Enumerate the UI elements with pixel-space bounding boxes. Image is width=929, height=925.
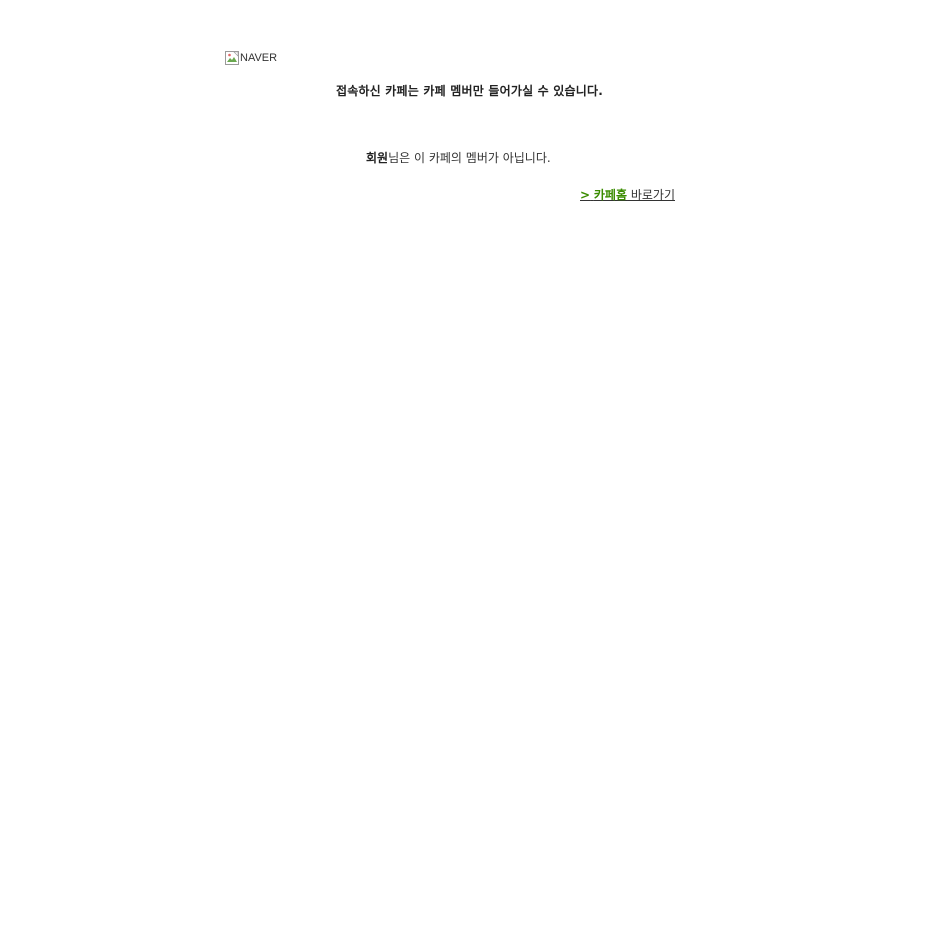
naver-logo[interactable]: NAVER [225, 50, 277, 66]
cafe-home-link[interactable]: > 카페홈 바로가기 [580, 186, 675, 204]
not-member-text: 님은 이 카페의 멤버가 아닙니다. [388, 151, 551, 165]
broken-image-icon [225, 51, 239, 65]
cafe-home-label: 카페홈 [593, 188, 628, 202]
headline-text: 접속하신 카페는 카페 멤버만 들어가실 수 있습니다. [335, 84, 604, 98]
member-name: 회원 [366, 151, 389, 165]
page: NAVER 접속하신 카페는 카페 멤버만 들어가실 수 있습니다. 회원님은 … [0, 0, 929, 925]
logo-alt-text: NAVER [240, 52, 278, 64]
goto-label: 바로가기 [627, 188, 675, 202]
not-member-message: 회원님은 이 카페의 멤버가 아닙니다. [366, 149, 551, 167]
chevron-right-icon: > [580, 188, 591, 202]
page-title: 접속하신 카페는 카페 멤버만 들어가실 수 있습니다. [0, 82, 929, 100]
